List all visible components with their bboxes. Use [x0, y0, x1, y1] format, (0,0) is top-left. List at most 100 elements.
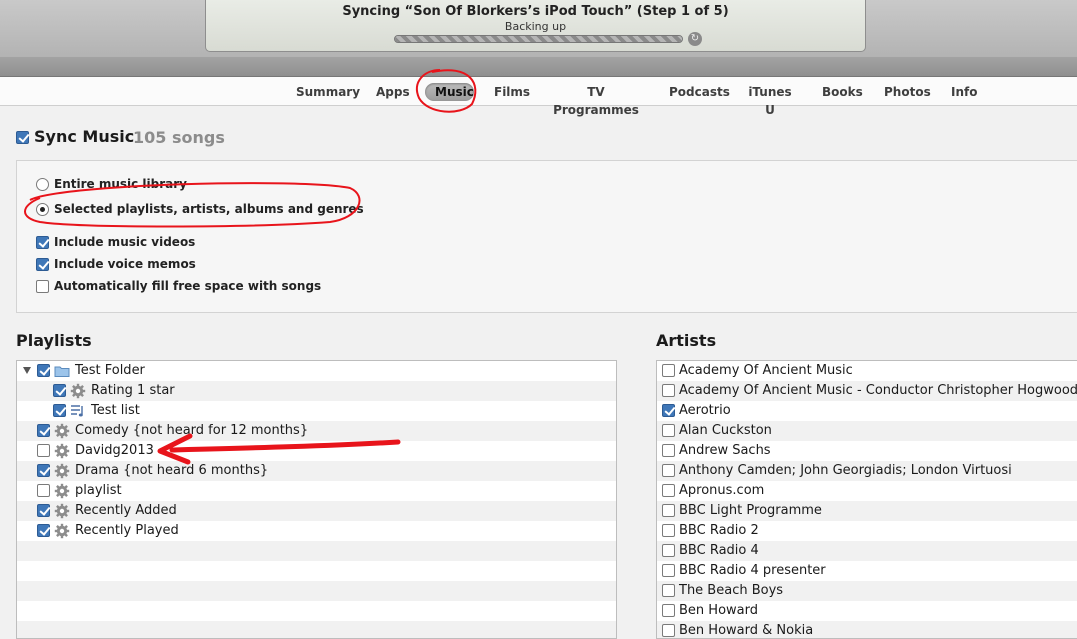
- entire-library-radio[interactable]: [36, 178, 49, 191]
- empty-row: [17, 601, 616, 621]
- artist-label: Ben Howard & Nokia: [679, 623, 814, 638]
- artist-row[interactable]: The Beach Boys: [657, 581, 1077, 601]
- artist-checkbox[interactable]: [662, 384, 675, 397]
- playlist-row[interactable]: Test Folder: [17, 361, 616, 381]
- selected-items-label: Selected playlists, artists, albums and …: [54, 202, 364, 216]
- artist-checkbox[interactable]: [662, 484, 675, 497]
- artist-row[interactable]: BBC Radio 2: [657, 521, 1077, 541]
- tab-itunes-u[interactable]: iTunes U: [746, 83, 794, 117]
- playlist-row[interactable]: Drama {not heard 6 months}: [17, 461, 616, 481]
- artist-checkbox[interactable]: [662, 424, 675, 437]
- selected-items-radio[interactable]: [36, 203, 49, 216]
- playlist-row[interactable]: Davidg2013: [17, 441, 616, 461]
- artist-checkbox[interactable]: [662, 624, 675, 637]
- artist-row[interactable]: Academy Of Ancient Music - Conductor Chr…: [657, 381, 1077, 401]
- playlist-label: Test Folder: [75, 363, 145, 378]
- toolbar-divider: [0, 57, 1077, 77]
- playlist-label: Drama {not heard 6 months}: [75, 463, 269, 478]
- sync-status-title: Syncing “Son Of Blorkers’s iPod Touch” (…: [342, 4, 729, 19]
- artist-checkbox[interactable]: [662, 504, 675, 517]
- playlist-row[interactable]: Rating 1 star: [17, 381, 616, 401]
- artist-row[interactable]: Academy Of Ancient Music: [657, 361, 1077, 381]
- autofill-label: Automatically fill free space with songs: [54, 279, 322, 293]
- artist-row[interactable]: Ben Howard & Nokia: [657, 621, 1077, 638]
- artist-row[interactable]: BBC Radio 4: [657, 541, 1077, 561]
- disclosure-triangle-icon[interactable]: [23, 367, 31, 374]
- include-music-videos-label: Include music videos: [54, 235, 196, 249]
- smart-playlist-gear-icon: [54, 483, 70, 499]
- playlist-checkbox[interactable]: [53, 384, 66, 397]
- playlist-row[interactable]: Test list: [17, 401, 616, 421]
- artist-checkbox[interactable]: [662, 464, 675, 477]
- sync-status-display: Syncing “Son Of Blorkers’s iPod Touch” (…: [205, 0, 866, 52]
- playlist-row[interactable]: Recently Added: [17, 501, 616, 521]
- artist-row[interactable]: Alan Cuckston: [657, 421, 1077, 441]
- empty-row: [17, 561, 616, 581]
- playlist-row[interactable]: Comedy {not heard for 12 months}: [17, 421, 616, 441]
- smart-playlist-gear-icon: [54, 503, 70, 519]
- playlist-checkbox[interactable]: [37, 364, 50, 377]
- artist-label: Alan Cuckston: [679, 423, 772, 438]
- artist-label: Aerotrio: [679, 403, 731, 418]
- smart-playlist-gear-icon: [54, 423, 70, 439]
- artist-checkbox[interactable]: [662, 584, 675, 597]
- artists-list[interactable]: Academy Of Ancient Music Academy Of Ancie…: [656, 360, 1077, 639]
- tab-podcasts[interactable]: Podcasts: [669, 83, 730, 101]
- artist-row[interactable]: BBC Light Programme: [657, 501, 1077, 521]
- artist-label: Andrew Sachs: [679, 443, 771, 458]
- artist-row[interactable]: BBC Radio 4 presenter: [657, 561, 1077, 581]
- playlist-checkbox[interactable]: [37, 484, 50, 497]
- artist-checkbox[interactable]: [662, 364, 675, 377]
- toolbar: Syncing “Son Of Blorkers’s iPod Touch” (…: [0, 0, 1077, 57]
- playlist-label: Davidg2013: [75, 443, 154, 458]
- sync-music-song-count: 105 songs: [133, 128, 225, 147]
- artist-checkbox[interactable]: [662, 564, 675, 577]
- sync-progress-fill: [395, 36, 682, 42]
- tab-info[interactable]: Info: [951, 83, 977, 101]
- artist-checkbox[interactable]: [662, 524, 675, 537]
- sync-music-checkbox[interactable]: [16, 131, 29, 144]
- tab-books[interactable]: Books: [822, 83, 863, 101]
- playlist-label: Recently Added: [75, 503, 177, 518]
- playlist-checkbox[interactable]: [37, 444, 50, 457]
- playlist-checkbox[interactable]: [53, 404, 66, 417]
- artist-checkbox[interactable]: [662, 404, 675, 417]
- tab-tv-programmes[interactable]: TV Programmes: [551, 83, 641, 117]
- playlists-list[interactable]: Test Folder Rating 1 star Test list Comedy …: [16, 360, 617, 639]
- tab-summary[interactable]: Summary: [296, 83, 360, 101]
- playlist-checkbox[interactable]: [37, 504, 50, 517]
- autofill-checkbox[interactable]: [36, 280, 49, 293]
- empty-row: [17, 621, 616, 638]
- playlist-checkbox[interactable]: [37, 464, 50, 477]
- artist-label: Ben Howard: [679, 603, 758, 618]
- tab-photos[interactable]: Photos: [884, 83, 931, 101]
- artist-row[interactable]: Aerotrio: [657, 401, 1077, 421]
- include-voice-memos-checkbox[interactable]: [36, 258, 49, 271]
- entire-library-label: Entire music library: [54, 177, 187, 191]
- playlist-label: Comedy {not heard for 12 months}: [75, 423, 309, 438]
- cancel-sync-icon[interactable]: ↻: [688, 32, 702, 46]
- smart-playlist-gear-icon: [70, 383, 86, 399]
- playlist-row[interactable]: playlist: [17, 481, 616, 501]
- artist-row[interactable]: Ben Howard: [657, 601, 1077, 621]
- include-music-videos-checkbox[interactable]: [36, 236, 49, 249]
- playlist-label: playlist: [75, 483, 122, 498]
- artist-checkbox[interactable]: [662, 544, 675, 557]
- artists-heading: Artists: [656, 331, 717, 350]
- artist-label: Academy Of Ancient Music: [679, 363, 853, 378]
- artist-row[interactable]: Apronus.com: [657, 481, 1077, 501]
- artist-checkbox[interactable]: [662, 444, 675, 457]
- tab-apps[interactable]: Apps: [376, 83, 410, 101]
- tab-films[interactable]: Films: [494, 83, 530, 101]
- smart-playlist-gear-icon: [54, 443, 70, 459]
- tab-music[interactable]: Music: [425, 83, 474, 101]
- artist-row[interactable]: Anthony Camden; John Georgiadis; London …: [657, 461, 1077, 481]
- artist-checkbox[interactable]: [662, 604, 675, 617]
- playlist-checkbox[interactable]: [37, 424, 50, 437]
- folder-icon: [54, 363, 70, 379]
- artist-label: Anthony Camden; John Georgiadis; London …: [679, 463, 1012, 478]
- playlist-checkbox[interactable]: [37, 524, 50, 537]
- playlist-row[interactable]: Recently Played: [17, 521, 616, 541]
- artist-row[interactable]: Andrew Sachs: [657, 441, 1077, 461]
- playlist-label: Test list: [91, 403, 140, 418]
